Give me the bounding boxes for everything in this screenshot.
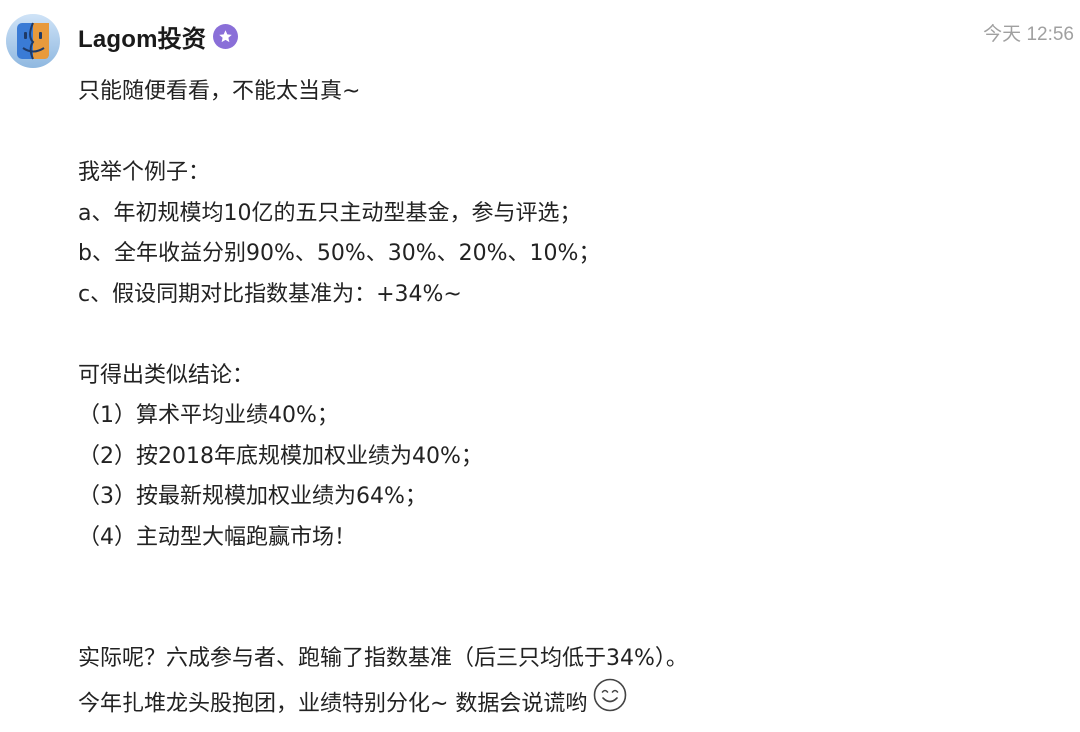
example-item-c: c、假设同期对比指数基准为：+34%~: [78, 281, 462, 307]
conclusion-item-3: （3）按最新规模加权业绩为64%；: [78, 484, 427, 509]
conclusion-item-2: （2）按2018年底规模加权业绩为40%；: [78, 443, 483, 469]
reality-text: 实际呢？六成参与者、跑输了指数基准（后三只均低于34%）。: [78, 646, 688, 671]
closing-text: 今年扎堆龙头股抱团，业绩特别分化~ 数据会说谎哟: [78, 690, 588, 716]
intro-text: 只能随便看看，不能太当真~: [78, 79, 361, 104]
smile-emoji-icon: [593, 678, 627, 727]
author-avatar[interactable]: [6, 14, 60, 68]
conclusion-heading: 可得出类似结论：: [78, 362, 255, 388]
post-body: 只能随便看看，不能太当真~ 我举个例子： a、年初规模均10亿的五只主动型基金，…: [78, 72, 1068, 720]
post-header: Lagom投资: [78, 19, 239, 54]
star-badge-icon: [219, 29, 232, 42]
example-item-b: b、全年收益分别90%、50%、30%、20%、10%；: [78, 241, 601, 266]
post-timestamp: 今天 12:56: [983, 24, 1074, 45]
conclusion-item-1: （1）算术平均业绩40%；: [78, 403, 339, 428]
conclusion-item-4: （4）主动型大幅跑赢市场！: [78, 524, 356, 550]
example-item-a: a、年初规模均10亿的五只主动型基金，参与评选；: [78, 200, 582, 226]
example-heading: 我举个例子：: [78, 160, 211, 185]
closing-line: 今年扎堆龙头股抱团，业绩特别分化~ 数据会说谎哟: [78, 678, 1068, 721]
weibo-post: Lagom投资 今天 12:56 只能随便看看，不能太当真~ 我举个例子： a、…: [0, 0, 1080, 732]
verified-badge: [213, 23, 239, 49]
author-name[interactable]: Lagom投资: [78, 19, 206, 54]
finder-face-icon: [6, 14, 60, 68]
